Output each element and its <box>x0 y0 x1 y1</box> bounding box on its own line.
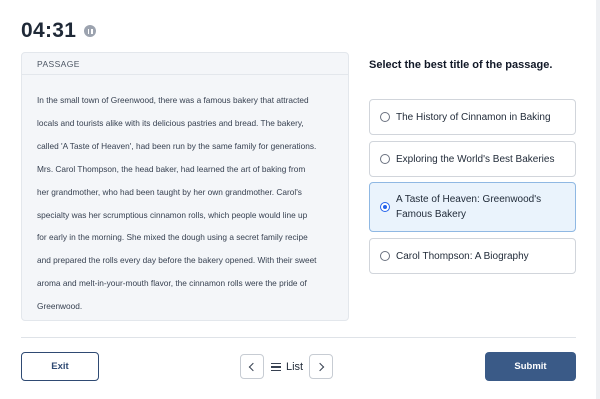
list-label: List <box>286 361 304 373</box>
radio-button[interactable] <box>380 154 390 164</box>
passage-line: Greenwood. <box>37 301 83 312</box>
passage-panel: PASSAGE In the small town of Greenwood, … <box>21 52 349 321</box>
exit-button[interactable]: Exit <box>21 352 99 381</box>
radio-button[interactable] <box>380 112 390 122</box>
answer-option-label: Exploring the World's Best Bakeries <box>396 153 555 165</box>
passage-line: aroma and melt-in-your-mouth flavor, the… <box>37 278 307 289</box>
radio-button-selected[interactable] <box>380 202 390 212</box>
chevron-right-icon <box>315 362 325 371</box>
list-icon <box>271 362 281 372</box>
list-button[interactable]: List <box>271 359 303 375</box>
passage-line: Mrs. Carol Thompson, the head baker, had… <box>37 163 306 174</box>
answer-option-label: The History of Cinnamon in Baking <box>396 111 551 123</box>
passage-line: specialty was her scrumptious cinnamon r… <box>37 209 308 220</box>
passage-line: her grandmother, who had been taught by … <box>37 186 302 197</box>
radio-button[interactable] <box>380 251 390 261</box>
answer-option-label: Carol Thompson: A Biography <box>396 250 529 262</box>
submit-button[interactable]: Submit <box>485 352 576 381</box>
passage-line: and prepared the rolls every day before … <box>37 255 317 266</box>
answer-option-3[interactable]: A Taste of Heaven: Greenwood's Famous Ba… <box>369 182 576 232</box>
passage-line: locals and tourists alike with its delic… <box>37 117 304 128</box>
scrollbar[interactable] <box>596 0 600 399</box>
answer-option-1[interactable]: The History of Cinnamon in Baking <box>369 99 576 135</box>
next-button[interactable] <box>309 354 333 379</box>
answer-option-2[interactable]: Exploring the World's Best Bakeries <box>369 141 576 177</box>
answer-option-4[interactable]: Carol Thompson: A Biography <box>369 238 576 274</box>
question-text: Select the best title of the passage. <box>369 59 553 71</box>
timer-value: 04:31 <box>21 19 77 42</box>
pause-icon[interactable] <box>84 25 97 37</box>
passage-line: for early in the morning. She mixed the … <box>37 232 308 243</box>
passage-line: called 'A Taste of Heaven', had been run… <box>37 140 317 151</box>
chevron-left-icon <box>248 362 258 371</box>
passage-header: PASSAGE <box>22 53 348 75</box>
previous-button[interactable] <box>240 354 264 379</box>
timer: 04:31 <box>21 19 97 43</box>
passage-body: In the small town of Greenwood, there wa… <box>22 75 348 318</box>
answer-option-label: A Taste of Heaven: Greenwood's Famous Ba… <box>396 194 542 220</box>
passage-line: In the small town of Greenwood, there wa… <box>37 95 309 105</box>
footer-divider <box>21 337 576 338</box>
